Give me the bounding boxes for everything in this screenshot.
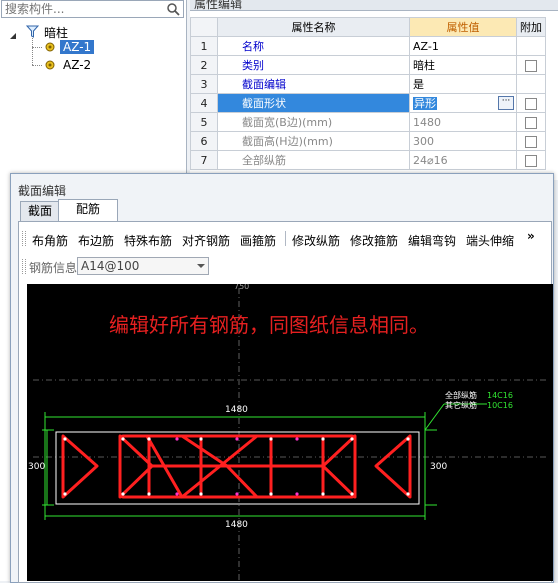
ellipsis-button[interactable]: ··· [498,96,514,110]
dim-bottom: 1480 [225,520,248,530]
table-row[interactable]: 6 截面高(H边)(mm) 300 [190,131,546,151]
table-row[interactable]: 5 截面宽(B边)(mm) 1480 [190,112,546,132]
toolbar-edge-rebar[interactable]: 布边筋 [78,232,114,249]
header-value: 属性值 [409,17,517,37]
toolbar-align-rebar[interactable]: 对齐钢筋 [182,232,230,249]
toolbar-edit-stirrup[interactable]: 修改箍筋 [350,232,398,249]
property-tab-label[interactable]: 属性编辑 [194,0,242,12]
legend-other-label: 其它纵筋 [445,400,477,410]
toolbar-corner-rebar[interactable]: 布角筋 [32,232,68,249]
dim-top: 1480 [225,405,248,415]
toolbar-grip [22,259,26,274]
shape-value[interactable]: 异形 [413,97,437,110]
legend-other-value: 10C16 [487,401,513,410]
extra-checkbox[interactable] [525,154,537,167]
legend-all-label: 全部纵筋 [445,390,477,400]
property-grid: 属性编辑 属性名称 属性值 附加 1 名称 AZ-1 2 类别 暗柱 3 截面编… [190,0,558,180]
toolbar-grip [22,231,26,246]
rebar-info-combo[interactable]: A14@100 [77,257,209,275]
table-row[interactable]: 3 截面编辑 是 [190,74,546,94]
search-icon[interactable] [166,2,180,16]
legend-all-value: 14C16 [487,391,513,400]
rebar-info-label: 钢筋信息 [29,261,78,275]
property-table: 属性名称 属性值 附加 1 名称 AZ-1 2 类别 暗柱 3 截面编辑 是 4… [190,17,546,170]
header-extra: 附加 [516,17,546,37]
search-input[interactable] [5,2,160,16]
tab-rebar[interactable]: 配筋 [58,199,118,222]
tab-section[interactable]: 截面 [20,201,60,222]
tree-root-label[interactable]: 暗柱 [44,24,68,41]
extra-checkbox[interactable] [525,116,537,129]
extra-checkbox[interactable] [525,135,537,148]
dialog-title: 截面编辑 [18,184,67,198]
section-edit-dialog: 截面编辑 截面 配筋 布角筋 布边筋 特殊布筋 对齐钢筋 画箍筋 修改纵筋 修改… [10,173,554,583]
dimension-lines [42,403,487,520]
search-box[interactable] [1,0,184,18]
tree-expand-icon[interactable] [9,29,16,39]
toolbar-more-icon[interactable]: » [527,229,535,243]
property-header-row: 属性名称 属性值 附加 [190,17,546,37]
table-row[interactable]: 1 名称 AZ-1 [190,36,546,56]
toolbar-edit-hook[interactable]: 编辑弯钩 [408,232,456,249]
tree-item-az-1[interactable]: AZ-1 [60,40,95,54]
tree-item-az-2[interactable]: AZ-2 [63,58,91,72]
center-mark: 750 [234,284,249,291]
toolbar-edit-long-rebar[interactable]: 修改纵筋 [292,232,340,249]
toolbar-end-stretch[interactable]: 端头伸缩 [466,232,514,249]
table-row[interactable]: 4 截面形状 异形 ··· [190,93,546,113]
extra-checkbox[interactable] [525,97,537,110]
extra-checkbox[interactable] [525,59,537,72]
column-component-icon [44,41,56,56]
table-row[interactable]: 7 全部纵筋 24⌀16 [190,150,546,170]
section-drawing-canvas[interactable]: 750 编辑好所有钢筋，同图纸信息相同。 1480 1480 300 300 全… [27,284,553,581]
table-row[interactable]: 2 类别 暗柱 [190,55,546,75]
property-tab-strip: 属性编辑 [190,0,558,11]
chevron-down-icon[interactable] [197,264,205,268]
rebar-info-value: A14@100 [81,259,140,273]
toolbar-draw-stirrup[interactable]: 画箍筋 [240,232,276,249]
dim-left: 300 [28,462,45,472]
header-name: 属性名称 [217,17,410,37]
annotation-text: 编辑好所有钢筋，同图纸信息相同。 [109,313,429,337]
toolbar-special-rebar[interactable]: 特殊布筋 [124,232,172,249]
column-component-icon [44,59,56,74]
rebar-stirrups [61,434,412,499]
dim-right: 300 [430,462,447,472]
rebar-tab-panel: 布角筋 布边筋 特殊布筋 对齐钢筋 画箍筋 修改纵筋 修改箍筋 编辑弯钩 端头伸… [18,221,553,583]
